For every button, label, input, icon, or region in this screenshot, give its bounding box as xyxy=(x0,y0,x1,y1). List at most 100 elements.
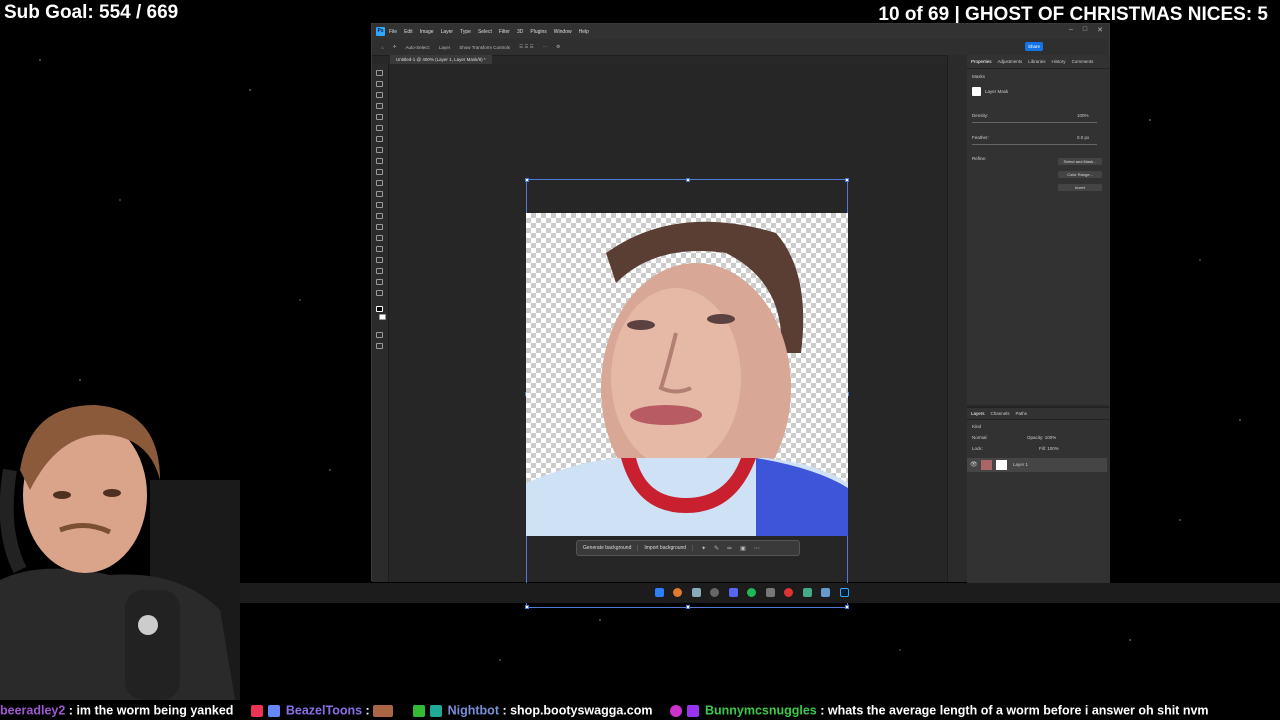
photoshop-taskbar-icon[interactable] xyxy=(840,588,849,597)
windows-start-icon[interactable] xyxy=(655,588,664,597)
kind-filter[interactable]: Kind xyxy=(972,424,981,429)
close-icon[interactable]: ✕ xyxy=(1097,26,1103,34)
menu-select[interactable]: Select xyxy=(478,29,492,35)
transform-handle[interactable] xyxy=(525,605,529,609)
eye-icon[interactable]: 👁 xyxy=(970,461,978,468)
menu-plugins[interactable]: Plugins xyxy=(530,29,546,35)
menu-window[interactable]: Window xyxy=(554,29,572,35)
transform-handle[interactable] xyxy=(845,178,849,182)
menu-image[interactable]: Image xyxy=(420,29,434,35)
tab-comments[interactable]: Comments xyxy=(1072,59,1094,64)
menu-edit[interactable]: Edit xyxy=(404,29,413,35)
zoom-tool-icon[interactable] xyxy=(376,290,383,296)
align-icons[interactable]: ☰ ☰ ☰ xyxy=(519,44,534,50)
layer-mask-thumbnail[interactable] xyxy=(972,87,981,96)
brush-icon[interactable]: ✎ xyxy=(714,545,719,552)
auto-select-checkbox[interactable]: Auto-Select: xyxy=(406,45,431,50)
quick-mask-icon[interactable] xyxy=(376,332,383,338)
maximize-icon[interactable]: □ xyxy=(1083,26,1087,34)
layer-name[interactable]: Layer 1 xyxy=(1013,462,1028,467)
gradient-tool-icon[interactable] xyxy=(376,202,383,208)
spotify-icon[interactable] xyxy=(747,588,756,597)
discord-icon[interactable] xyxy=(729,588,738,597)
eyedropper-tool-icon[interactable] xyxy=(376,136,383,142)
fill-field[interactable]: Fill: 100% xyxy=(1039,446,1059,451)
mask-thumbnail[interactable] xyxy=(996,460,1007,470)
eraser-tool-icon[interactable] xyxy=(376,191,383,197)
home-icon[interactable]: ⌂ xyxy=(381,45,384,50)
show-transform-checkbox[interactable]: Show Transform Controls xyxy=(459,45,510,50)
feather-value[interactable]: 0.0 px xyxy=(1077,135,1089,140)
edit-icon[interactable]: ✏ xyxy=(727,545,732,552)
move-tool-icon[interactable] xyxy=(376,70,383,76)
color-range-button[interactable]: Color Range... xyxy=(1058,171,1102,178)
gear-icon[interactable]: ⚙ xyxy=(556,44,560,50)
mask-icon[interactable]: ▣ xyxy=(740,545,746,552)
share-button[interactable]: Share xyxy=(1025,42,1043,51)
layer-thumbnail xyxy=(981,460,992,470)
settings-icon[interactable] xyxy=(710,588,719,597)
tab-channels[interactable]: Channels xyxy=(991,411,1010,416)
more-options-icon[interactable]: ⋯ xyxy=(754,545,760,552)
transform-handle[interactable] xyxy=(525,178,529,182)
generate-background-button[interactable]: Generate background xyxy=(577,545,639,551)
density-value[interactable]: 100% xyxy=(1077,113,1089,118)
menu-3d[interactable]: 3D xyxy=(517,29,523,35)
pen-tool-icon[interactable] xyxy=(376,235,383,241)
sparkle-icon[interactable]: ✦ xyxy=(701,545,706,552)
transform-handle[interactable] xyxy=(845,605,849,609)
menu-file[interactable]: File xyxy=(389,29,397,35)
transform-handle[interactable] xyxy=(686,178,690,182)
quick-select-tool-icon[interactable] xyxy=(376,103,383,109)
canvas-area[interactable]: Generate background Import background ✦ … xyxy=(389,64,947,609)
menu-help[interactable]: Help xyxy=(579,29,589,35)
select-and-mask-button[interactable]: Select and Mask... xyxy=(1058,158,1102,165)
background-color-icon[interactable] xyxy=(379,314,386,320)
brush-tool-icon[interactable] xyxy=(376,158,383,164)
minimize-icon[interactable]: – xyxy=(1069,26,1073,34)
more-icon[interactable]: ⋯ xyxy=(543,44,548,50)
tab-properties[interactable]: Properties xyxy=(971,59,992,64)
app-icon[interactable] xyxy=(766,588,775,597)
layer-row[interactable]: 👁 Layer 1 xyxy=(967,458,1107,472)
menu-filter[interactable]: Filter xyxy=(499,29,510,35)
blend-mode-select[interactable]: Normal xyxy=(972,435,987,440)
transform-handle[interactable] xyxy=(686,605,690,609)
healing-tool-icon[interactable] xyxy=(376,147,383,153)
tab-paths[interactable]: Paths xyxy=(1016,411,1028,416)
opacity-field[interactable]: Opacity: 100% xyxy=(1027,435,1056,440)
move-tool-icon[interactable]: ✛ xyxy=(393,44,397,50)
history-brush-tool-icon[interactable] xyxy=(376,180,383,186)
menu-layer[interactable]: Layer xyxy=(441,29,454,35)
app-icon[interactable] xyxy=(692,588,701,597)
stamp-tool-icon[interactable] xyxy=(376,169,383,175)
tab-history[interactable]: History xyxy=(1052,59,1066,64)
type-tool-icon[interactable] xyxy=(376,246,383,252)
screen-mode-icon[interactable] xyxy=(376,343,383,349)
tab-layers[interactable]: Layers xyxy=(971,411,985,416)
invert-button[interactable]: Invert xyxy=(1058,184,1102,191)
layers-panel: Layers Channels Paths Kind Normal Opacit… xyxy=(967,407,1110,583)
density-slider[interactable] xyxy=(972,122,1097,123)
lasso-tool-icon[interactable] xyxy=(376,92,383,98)
frame-tool-icon[interactable] xyxy=(376,125,383,131)
feather-slider[interactable] xyxy=(972,144,1097,145)
foreground-color-icon[interactable] xyxy=(376,306,383,312)
app-icon[interactable] xyxy=(803,588,812,597)
blur-tool-icon[interactable] xyxy=(376,213,383,219)
hand-tool-icon[interactable] xyxy=(376,279,383,285)
path-select-tool-icon[interactable] xyxy=(376,257,383,263)
dodge-tool-icon[interactable] xyxy=(376,224,383,230)
import-background-button[interactable]: Import background xyxy=(638,545,694,551)
shape-tool-icon[interactable] xyxy=(376,268,383,274)
obs-icon[interactable] xyxy=(784,588,793,597)
firefox-icon[interactable] xyxy=(673,588,682,597)
document-tab[interactable]: Untitled-1 @ 400% (Layer 1, Layer Mask/8… xyxy=(390,55,492,64)
app-icon[interactable] xyxy=(821,588,830,597)
crop-tool-icon[interactable] xyxy=(376,114,383,120)
tab-adjustments[interactable]: Adjustments xyxy=(998,59,1023,64)
marquee-tool-icon[interactable] xyxy=(376,81,383,87)
tab-libraries[interactable]: Libraries xyxy=(1028,59,1045,64)
layer-select-dropdown[interactable]: Layer xyxy=(439,45,450,50)
menu-type[interactable]: Type xyxy=(460,29,471,35)
